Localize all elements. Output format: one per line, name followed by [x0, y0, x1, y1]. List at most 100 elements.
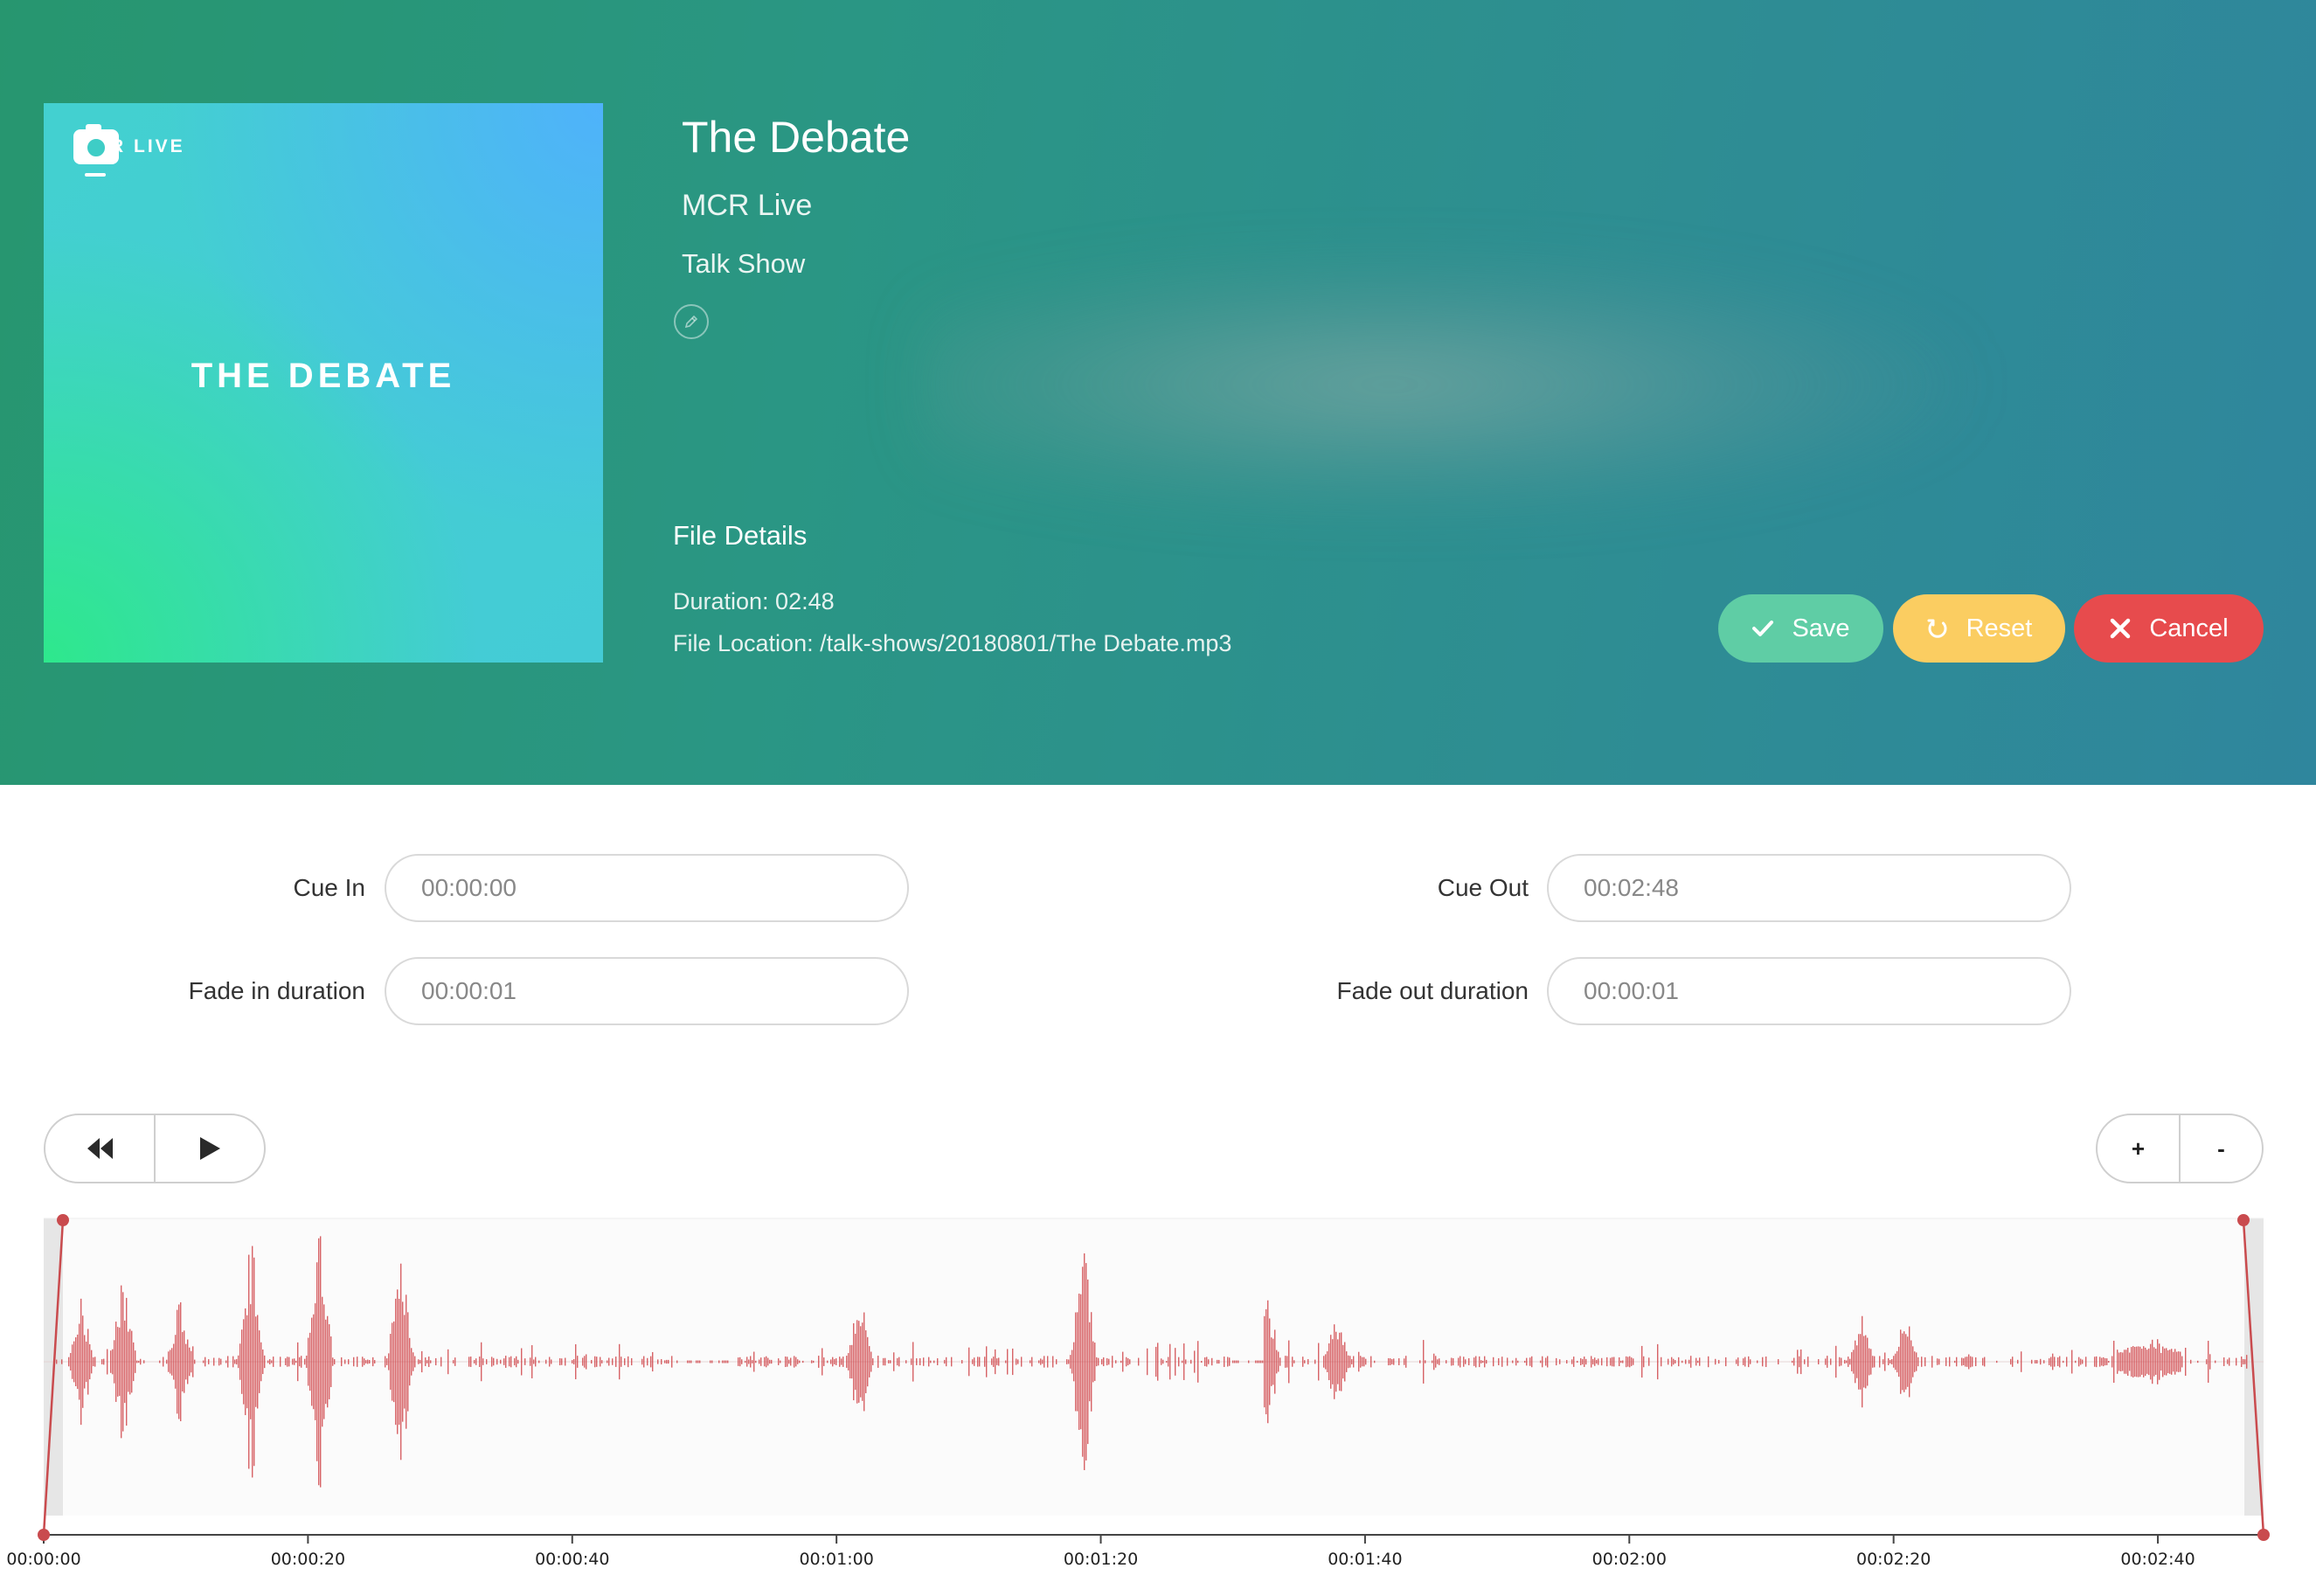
waveform-peak	[73, 1341, 75, 1383]
waveform-peak	[1362, 1357, 1363, 1367]
waveform-peak	[2246, 1355, 2248, 1369]
waveform-peak	[818, 1356, 820, 1368]
waveform-peak	[110, 1350, 112, 1373]
waveform-peak	[1596, 1359, 1598, 1364]
waveform-peak	[288, 1357, 290, 1367]
waveform-peak	[1227, 1357, 1229, 1367]
waveform-peak	[1807, 1357, 1809, 1367]
play-button[interactable]	[154, 1115, 264, 1182]
zoom-out-button[interactable]: -	[2179, 1115, 2262, 1182]
waveform-peak	[1302, 1357, 1304, 1367]
fade-out-input[interactable]	[1547, 957, 2071, 1025]
waveform-peak	[1255, 1360, 1257, 1364]
waveform-peak	[91, 1350, 93, 1374]
waveform-peak	[2143, 1346, 2145, 1377]
waveform-peak	[259, 1330, 260, 1393]
waveform-peak	[1264, 1315, 1265, 1408]
waveform-peak	[1573, 1357, 1575, 1367]
waveform-peak	[2134, 1346, 2136, 1377]
waveform-peak	[2131, 1347, 2132, 1377]
fade-in-start-handle[interactable]	[38, 1529, 50, 1541]
waveform-peak	[2052, 1353, 2054, 1370]
waveform-peak	[524, 1358, 526, 1365]
waveform-peak	[140, 1358, 142, 1365]
waveform-peak	[1620, 1360, 1622, 1364]
cancel-button[interactable]: Cancel	[2074, 594, 2264, 663]
waveform-peak	[1365, 1358, 1367, 1365]
waveform-peak	[1996, 1360, 1998, 1364]
waveform-peak	[1708, 1356, 1709, 1368]
waveform-peak	[411, 1348, 413, 1376]
waveform-peak	[1147, 1348, 1148, 1376]
timeline-tick-label: 00:00:00	[6, 1550, 80, 1569]
waveform-peak	[1458, 1357, 1460, 1366]
waveform-peak	[1358, 1351, 1360, 1372]
waveform-peak	[468, 1357, 470, 1367]
waveform-peak	[664, 1360, 666, 1364]
waveform-peak	[101, 1359, 103, 1364]
waveform-editor[interactable]: 00:00:00 00:00:20 00:00:40 00:01:00 00:01:20…	[0, 1206, 2316, 1596]
fade-in-input[interactable]	[385, 957, 909, 1025]
waveform-peak	[243, 1319, 245, 1405]
waveform-peak	[267, 1360, 269, 1364]
waveform-peak	[80, 1298, 82, 1426]
timeline-tick-label: 00:00:40	[535, 1550, 609, 1569]
reset-button[interactable]: Reset	[1893, 594, 2065, 663]
fade-out-end-handle[interactable]	[2257, 1529, 2270, 1541]
waveform-peak	[993, 1357, 995, 1367]
cue-in-input[interactable]	[385, 854, 909, 922]
waveform-peak	[2113, 1340, 2115, 1384]
waveform-peak	[225, 1360, 227, 1364]
waveform-peak	[1047, 1356, 1049, 1368]
waveform-peak	[1673, 1358, 1675, 1365]
waveform-peak	[2075, 1360, 2077, 1364]
waveform-peak	[1891, 1359, 1893, 1364]
fade-in-end-handle[interactable]	[57, 1214, 69, 1226]
waveform-peak	[2106, 1358, 2108, 1365]
save-button[interactable]: Save	[1718, 594, 1883, 663]
waveform-peak	[1606, 1357, 1608, 1367]
cue-out-input[interactable]	[1547, 854, 2071, 922]
waveform-peak	[561, 1358, 563, 1365]
waveform-peak	[1643, 1356, 1645, 1368]
rewind-button[interactable]	[45, 1115, 154, 1182]
waveform-peak	[2036, 1359, 2038, 1364]
waveform-peak	[834, 1359, 836, 1364]
waveform-peak	[1839, 1357, 1841, 1367]
waveform-peak	[535, 1357, 537, 1367]
waveform-peak	[136, 1360, 138, 1364]
waveform-peak	[753, 1351, 755, 1372]
waveform-peak	[175, 1335, 177, 1389]
waveform-peak	[2190, 1359, 2192, 1364]
waveform-peak	[1968, 1354, 1970, 1370]
waveform-peak	[1094, 1343, 1096, 1381]
waveform-peak	[944, 1359, 946, 1364]
waveform-peak	[998, 1357, 1000, 1366]
waveform-peak	[1021, 1357, 1023, 1367]
waveform-peak	[1627, 1357, 1629, 1367]
waveform-peak	[61, 1359, 63, 1364]
waveform-peak	[2125, 1350, 2127, 1374]
waveform-peak	[292, 1358, 294, 1365]
cover-title: THE DEBATE	[191, 357, 456, 395]
waveform-peak	[2209, 1354, 2211, 1370]
waveform-peak	[1279, 1357, 1281, 1366]
waveform-peak	[1327, 1350, 1328, 1373]
waveform-peak	[2138, 1346, 2139, 1377]
waveform-peak	[1961, 1357, 1963, 1366]
waveform-peak	[1582, 1358, 1584, 1365]
fade-out-start-handle[interactable]	[2237, 1214, 2250, 1226]
waveform-peak	[778, 1358, 780, 1365]
waveform-peak	[124, 1320, 126, 1404]
waveform-peak	[330, 1336, 332, 1387]
waveform-peak	[1594, 1357, 1596, 1366]
waveform-peak	[1085, 1263, 1087, 1461]
waveform-peak	[112, 1349, 114, 1375]
waveform-peak	[313, 1314, 315, 1410]
zoom-in-button[interactable]: +	[2098, 1115, 2179, 1182]
waveform-peak	[946, 1357, 947, 1367]
edit-metadata-button[interactable]	[674, 304, 709, 339]
waveform-peak	[1363, 1357, 1365, 1367]
waveform-peak	[869, 1346, 870, 1377]
cue-in-label: Cue In	[293, 874, 366, 901]
